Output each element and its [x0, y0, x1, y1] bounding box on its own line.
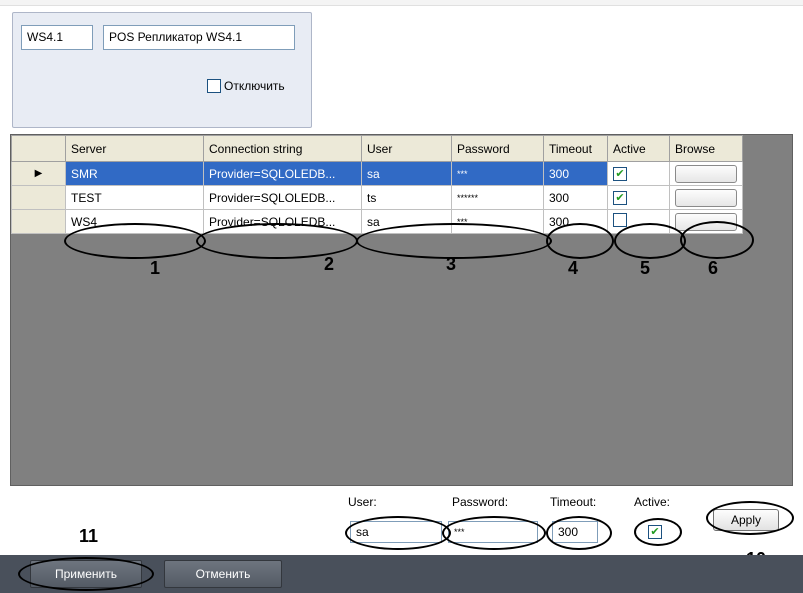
table-row[interactable]: ▶ SMR Provider=SQLOLEDB... sa *** 300 ✔ [11, 161, 743, 186]
cell-connection-string[interactable]: Provider=SQLOLEDB... [203, 161, 362, 186]
cell-browse [669, 185, 743, 210]
cell-timeout[interactable]: 300 [543, 209, 608, 234]
row-indicator[interactable] [11, 209, 66, 234]
cell-connection-string[interactable]: Provider=SQLOLEDB... [203, 209, 362, 234]
editor-timeout-label: Timeout: [550, 495, 597, 509]
editor-user-label: User: [348, 495, 377, 509]
annotation-1: 1 [150, 258, 161, 278]
disable-checkbox[interactable]: Отключить [207, 79, 285, 93]
row-indicator[interactable]: ▶ [11, 161, 66, 186]
cell-browse [669, 209, 743, 234]
cell-active: ✔ [607, 161, 670, 186]
servers-grid-area: Server Connection string User Password T… [10, 134, 793, 486]
active-checkbox[interactable]: ✔ [613, 191, 627, 205]
annotation-2: 2 [324, 254, 335, 274]
cell-password[interactable]: *** [451, 161, 544, 186]
column-header-password[interactable]: Password [451, 135, 544, 162]
editor-apply-button[interactable]: Apply [713, 509, 779, 531]
annotation-5: 5 [640, 258, 651, 278]
row-indicator-header [11, 135, 66, 162]
cancel-button[interactable]: Отменить [164, 560, 282, 588]
cell-active: ✔ [607, 185, 670, 210]
cell-server[interactable]: WS4 [65, 209, 204, 234]
editor-password-input[interactable]: *** [448, 521, 538, 543]
row-indicator[interactable] [11, 185, 66, 210]
cell-server[interactable]: TEST [65, 185, 204, 210]
cell-server[interactable]: SMR [65, 161, 204, 186]
disable-checkbox-label: Отключить [224, 79, 285, 93]
cell-connection-string[interactable]: Provider=SQLOLEDB... [203, 185, 362, 210]
cell-browse [669, 161, 743, 186]
object-id-field[interactable]: WS4.1 [21, 25, 93, 50]
column-header-connection-string[interactable]: Connection string [203, 135, 362, 162]
cell-timeout[interactable]: 300 [543, 185, 608, 210]
header-strip [0, 0, 803, 6]
editor-timeout-input[interactable]: 300 [552, 521, 598, 543]
annotation-3: 3 [446, 254, 457, 274]
apply-settings-button[interactable]: Применить [30, 560, 142, 588]
table-row[interactable]: WS4 Provider=SQLOLEDB... sa *** 300 [11, 209, 743, 234]
disable-checkbox-box[interactable] [207, 79, 221, 93]
annotation-6: 6 [708, 258, 719, 278]
footer-bar: Применить Отменить [0, 555, 803, 593]
cell-password[interactable]: ****** [451, 185, 544, 210]
column-header-timeout[interactable]: Timeout [543, 135, 608, 162]
column-header-active[interactable]: Active [607, 135, 670, 162]
column-header-server[interactable]: Server [65, 135, 204, 162]
active-checkbox[interactable]: ✔ [613, 167, 627, 181]
browse-button[interactable] [675, 164, 737, 183]
cell-user[interactable]: sa [361, 161, 452, 186]
cell-timeout[interactable]: 300 [543, 161, 608, 186]
browse-button[interactable] [675, 188, 737, 207]
object-box: WS4.1 POS Репликатор WS4.1 Отключить [12, 12, 312, 128]
cell-password[interactable]: *** [451, 209, 544, 234]
cell-user[interactable]: ts [361, 185, 452, 210]
editor-user-input[interactable]: sa [350, 521, 442, 543]
editor-active-label: Active: [634, 495, 671, 509]
annotation-4: 4 [568, 258, 579, 278]
active-checkbox[interactable] [613, 213, 627, 227]
annotation-11: 11 [79, 526, 99, 546]
browse-button[interactable] [675, 212, 737, 231]
servers-grid: Server Connection string User Password T… [11, 135, 743, 234]
object-settings-panel: WS4.1 POS Репликатор WS4.1 Отключить [0, 0, 803, 128]
object-name-field[interactable]: POS Репликатор WS4.1 [103, 25, 295, 50]
column-header-user[interactable]: User [361, 135, 452, 162]
grid-header-row: Server Connection string User Password T… [11, 135, 743, 162]
cell-active [607, 209, 670, 234]
column-header-browse[interactable]: Browse [669, 135, 743, 162]
table-row[interactable]: TEST Provider=SQLOLEDB... ts ****** 300 ✔ [11, 185, 743, 210]
editor-password-label: Password: [452, 495, 509, 509]
cell-user[interactable]: sa [361, 209, 452, 234]
editor-active-checkbox[interactable]: ✔ [648, 525, 662, 539]
